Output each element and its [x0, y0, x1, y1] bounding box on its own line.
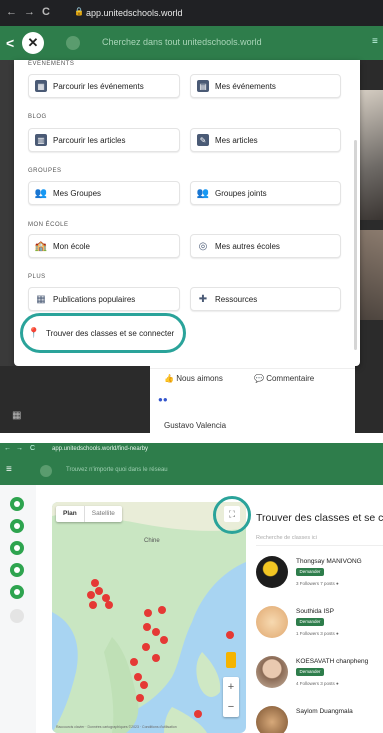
- school-icon: 🏫: [34, 240, 48, 252]
- sidebar-icon[interactable]: [10, 519, 24, 533]
- post-actions: 👍 Nous aimons 💬 Commentaire ●● Gustavo V…: [150, 366, 355, 433]
- results-title: Trouver des classes et se co: [256, 512, 383, 524]
- zoom-out-button[interactable]: −: [223, 697, 239, 717]
- dropdown-menu: ÉVÉNEMENTS ▦ Parcourir les événements ▤ …: [14, 60, 360, 366]
- map-label-china: Chine: [144, 538, 160, 544]
- my-events-button[interactable]: ▤ Mes événements: [190, 74, 341, 98]
- avatar: [256, 606, 288, 638]
- results-panel: Trouver des classes et se co Recherche d…: [252, 502, 383, 733]
- result-name: Thongsay MANIVONG: [296, 558, 362, 565]
- result-name: Southida ISP: [296, 608, 334, 615]
- menu-icon[interactable]: ≡: [6, 464, 12, 475]
- check-circle-icon: ◎: [198, 240, 208, 252]
- map-view[interactable]: Plan Satellite Chine ⛶ + − Raccourcis cl…: [52, 502, 246, 733]
- sidebar-icon[interactable]: [10, 497, 24, 511]
- like-button[interactable]: 👍 Nous aimons: [164, 374, 223, 383]
- map-attribution: Raccourcis clavier · Données cartographi…: [56, 725, 177, 729]
- reload-icon[interactable]: C: [30, 445, 35, 452]
- globe-logo-icon: [66, 36, 80, 50]
- section-title-groups: GROUPES: [28, 168, 62, 174]
- result-name: KOESAVATH chanpheng: [296, 658, 369, 665]
- menu-screenshot: ← → C 🔒 app.unitedschools.world < ✕ Cher…: [0, 0, 383, 433]
- request-button[interactable]: Demander: [296, 568, 324, 576]
- result-stats: 3 Followers 7 posts ●: [296, 581, 339, 586]
- grid-icon: ▦: [36, 293, 46, 305]
- reload-icon[interactable]: C: [42, 6, 50, 18]
- more-menu-icon[interactable]: ≡: [372, 36, 378, 47]
- popular-posts-button[interactable]: ▦ Publications populaires: [28, 287, 180, 311]
- my-articles-button[interactable]: ✎ Mes articles: [190, 128, 341, 152]
- sidebar-icon[interactable]: [10, 563, 24, 577]
- tab-satellite[interactable]: Satellite: [83, 506, 122, 522]
- menu-scrollbar[interactable]: [354, 140, 357, 350]
- results-search-input[interactable]: Recherche de classes ici: [256, 532, 383, 546]
- section-title-more: PLUS: [28, 274, 46, 280]
- forward-arrow-icon[interactable]: →: [16, 445, 23, 452]
- search-input[interactable]: Cherchez dans tout unitedschools.world: [102, 37, 262, 47]
- back-chevron-icon[interactable]: <: [6, 35, 14, 51]
- feed-left: ▦: [0, 366, 150, 433]
- forward-arrow-icon[interactable]: →: [24, 6, 35, 18]
- sidebar-more-icon[interactable]: [10, 609, 24, 623]
- taskbar-icon: ▦: [12, 410, 22, 421]
- app-header: ≡ Trouvez n'importe quoi dans le réseau: [0, 457, 383, 485]
- groups-joined-icon: 👥: [196, 187, 210, 199]
- highlight-ring: [213, 496, 251, 534]
- avatar: [256, 556, 288, 588]
- pegman-icon[interactable]: [226, 652, 236, 668]
- map-type-tabs: Plan Satellite: [56, 506, 122, 522]
- browse-events-button[interactable]: ▦ Parcourir les événements: [28, 74, 180, 98]
- result-stats: 1 Followers 3 posts ●: [296, 631, 339, 636]
- calendar-icon: ▦: [35, 80, 47, 92]
- list-item[interactable]: Thongsay MANIVONG Demander 3 Followers 7…: [256, 556, 383, 596]
- request-button[interactable]: Demander: [296, 668, 324, 676]
- section-title-blog: BLOG: [28, 114, 47, 120]
- sidebar-icon[interactable]: [10, 585, 24, 599]
- comment-button[interactable]: 💬 Commentaire: [254, 374, 314, 383]
- address-bar[interactable]: app.unitedschools.world: [86, 8, 183, 18]
- close-icon[interactable]: ✕: [22, 32, 44, 54]
- resources-button[interactable]: ✚ Ressources: [190, 287, 341, 311]
- sidebar-icon[interactable]: [10, 541, 24, 555]
- groups-icon: 👥: [34, 187, 48, 199]
- request-button[interactable]: Demander: [296, 618, 324, 626]
- browser-bar: ← → C app.unitedschools.world/find-nearb…: [0, 443, 383, 457]
- other-schools-button[interactable]: ◎ Mes autres écoles: [190, 234, 341, 258]
- zoom-control: + −: [223, 677, 239, 717]
- list-item[interactable]: KOESAVATH chanpheng Demander 4 Followers…: [256, 656, 383, 696]
- globe-logo-icon: [40, 465, 52, 477]
- app-header: < ✕ Cherchez dans tout unitedschools.wor…: [0, 26, 383, 60]
- commenter-name: Gustavo Valencia: [164, 421, 227, 430]
- section-title-school: MON ÉCOLE: [28, 222, 69, 228]
- browse-articles-button[interactable]: ▥ Parcourir les articles: [28, 128, 180, 152]
- map-land: [52, 502, 246, 733]
- avatar: [256, 706, 288, 733]
- list-item[interactable]: Saylom Duangmala: [256, 706, 383, 733]
- reactions: ●●: [158, 395, 168, 404]
- calendar-check-icon: ▤: [197, 80, 209, 92]
- avatar: [256, 656, 288, 688]
- back-arrow-icon[interactable]: ←: [6, 6, 17, 18]
- find-classes-button[interactable]: 📍 Trouver des classes et se connecter: [22, 321, 178, 345]
- my-article-icon: ✎: [197, 134, 209, 146]
- result-stats: 4 Followers 3 posts ●: [296, 681, 339, 686]
- left-sidebar: [0, 485, 36, 733]
- map-screenshot: ← → C app.unitedschools.world/find-nearb…: [0, 443, 383, 733]
- puzzle-icon: ✚: [198, 293, 208, 305]
- back-arrow-icon[interactable]: ←: [4, 445, 11, 452]
- tab-map[interactable]: Plan: [56, 506, 84, 522]
- result-name: Saylom Duangmala: [296, 708, 353, 715]
- list-item[interactable]: Southida ISP Demander 1 Followers 3 post…: [256, 606, 383, 646]
- zoom-in-button[interactable]: +: [223, 677, 239, 697]
- section-title-events: ÉVÉNEMENTS: [28, 61, 75, 67]
- lock-icon: 🔒: [74, 7, 84, 16]
- my-school-button[interactable]: 🏫 Mon école: [28, 234, 180, 258]
- browser-bar: ← → C 🔒 app.unitedschools.world: [0, 0, 383, 26]
- address-bar[interactable]: app.unitedschools.world/find-nearby: [52, 446, 148, 452]
- my-groups-button[interactable]: 👥 Mes Groupes: [28, 181, 180, 205]
- article-icon: ▥: [35, 134, 47, 146]
- map-pin-icon: 📍: [27, 327, 41, 339]
- joined-groups-button[interactable]: 👥 Groupes joints: [190, 181, 341, 205]
- search-input[interactable]: Trouvez n'importe quoi dans le réseau: [66, 467, 168, 473]
